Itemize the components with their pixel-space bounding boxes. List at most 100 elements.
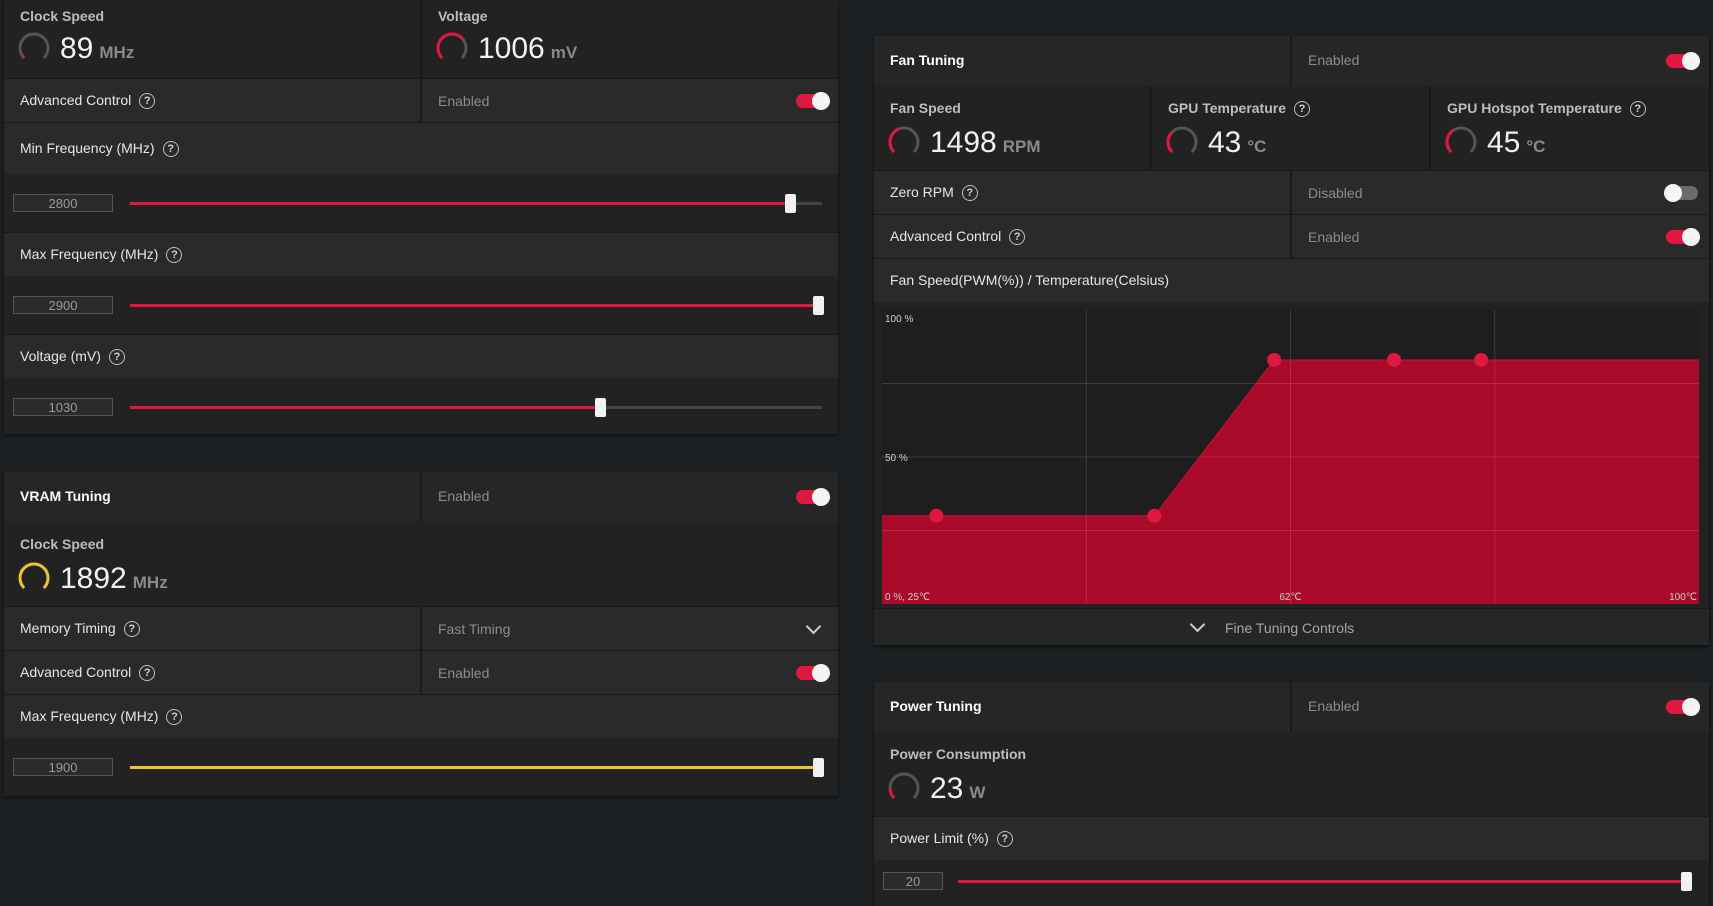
gpu-voltage-unit: mV	[550, 43, 578, 62]
vram-max-frequency-thumb[interactable]	[813, 758, 824, 777]
help-icon[interactable]: ?	[108, 349, 125, 366]
fan-speed-metric: Fan Speed 1498 RPM	[874, 86, 1150, 170]
gpu-voltage-metric: Voltage 1006 mV	[420, 0, 838, 78]
voltage-header: Voltage (mV)?	[4, 334, 838, 378]
gpu-advanced-status: Enabled	[438, 93, 490, 109]
power-toggle[interactable]	[1666, 698, 1700, 716]
help-icon[interactable]: ?	[166, 709, 183, 726]
help-icon[interactable]: ?	[961, 185, 978, 202]
memory-timing-value: Fast Timing	[438, 621, 511, 637]
gpu-advanced-control-row: Advanced Control? Enabled	[4, 78, 838, 122]
gpu-temperature-value: 43	[1208, 126, 1242, 159]
fan-header-row: Fan Tuning Enabled	[874, 36, 1709, 86]
max-frequency-fill	[130, 304, 822, 307]
x-tick-label: 100℃	[1669, 592, 1697, 603]
fan-advanced-control-row: Advanced Control? Enabled	[874, 214, 1709, 258]
memory-timing-row: Memory Timing? Fast Timing	[4, 606, 838, 650]
vram-clock-metric: Clock Speed 1892 MHz	[4, 522, 838, 606]
gpu-clock-unit: MHz	[99, 43, 135, 62]
gpu-temperature-title: GPU Temperature	[1168, 100, 1286, 116]
fan-curve-point[interactable]	[1267, 352, 1282, 367]
min-frequency-input[interactable]: 2800	[13, 194, 113, 212]
fan-curve-chart[interactable]: 100 % 50 % 0 %, 25℃ 62℃ 100℃	[874, 302, 1709, 608]
vram-max-frequency-fill	[130, 766, 822, 769]
fan-curve-title-row: Fan Speed(PWM(%)) / Temperature(Celsius)	[874, 258, 1709, 302]
vram-advanced-label: Advanced Control	[20, 664, 132, 680]
help-icon[interactable]: ?	[166, 247, 183, 264]
vram-max-frequency-input[interactable]: 1900	[13, 758, 113, 776]
vram-toggle[interactable]	[796, 488, 830, 506]
vram-advanced-toggle[interactable]	[796, 664, 830, 682]
power-status: Enabled	[1308, 698, 1360, 714]
fan-curve-point[interactable]	[1386, 352, 1401, 367]
fan-speed-value: 1498	[930, 126, 997, 159]
max-frequency-slider[interactable]	[130, 296, 824, 315]
gpu-hotspot-value: 45	[1487, 126, 1521, 159]
clock-gauge-icon	[18, 32, 50, 64]
fan-advanced-toggle[interactable]	[1666, 228, 1700, 246]
vram-status: Enabled	[438, 488, 490, 504]
min-frequency-slider[interactable]	[130, 194, 822, 213]
max-frequency-thumb[interactable]	[813, 296, 824, 315]
fine-tuning-row[interactable]: Fine Tuning Controls	[874, 608, 1709, 645]
max-frequency-header: Max Frequency (MHz)?	[4, 232, 838, 276]
help-icon[interactable]: ?	[162, 141, 179, 158]
vram-max-frequency-header: Max Frequency (MHz)?	[4, 694, 838, 738]
x-tick-label: 0 %, 25℃	[885, 592, 930, 603]
fan-curve-point[interactable]	[1474, 352, 1489, 367]
help-icon[interactable]: ?	[996, 831, 1013, 848]
y-tick-label: 50 %	[885, 453, 908, 464]
temperature-gauge-icon	[1166, 126, 1198, 158]
voltage-fill	[130, 406, 601, 409]
power-limit-slider[interactable]	[958, 872, 1692, 891]
memory-timing-dropdown[interactable]: Fast Timing	[420, 607, 838, 650]
voltage-slider-row: 1030	[4, 378, 838, 434]
help-icon[interactable]: ?	[123, 621, 140, 638]
vram-title: VRAM Tuning	[20, 488, 111, 504]
max-frequency-input[interactable]: 2900	[13, 296, 113, 314]
max-frequency-slider-row: 2900	[4, 276, 838, 334]
gpu-voltage-value: 1006	[478, 32, 545, 65]
vram-clock-gauge-icon	[18, 562, 50, 594]
zero-rpm-row: Zero RPM? Disabled	[874, 170, 1709, 214]
min-frequency-label: Min Frequency (MHz)	[20, 140, 155, 156]
vram-max-frequency-slider[interactable]	[130, 758, 824, 777]
vram-max-frequency-label: Max Frequency (MHz)	[20, 708, 159, 724]
gpu-hotspot-title: GPU Hotspot Temperature	[1447, 100, 1622, 116]
help-icon[interactable]: ?	[1294, 101, 1310, 118]
fan-speed-unit: RPM	[1002, 137, 1041, 156]
gpu-tuning-panel: Clock Speed 89 MHz Voltage 1006 mV Advan…	[4, 0, 838, 434]
y-tick-label: 100 %	[885, 314, 913, 325]
voltage-slider-label: Voltage (mV)	[20, 348, 101, 364]
power-tuning-panel: Power Tuning Enabled Power Consumption 2…	[874, 682, 1709, 906]
fan-curve-point[interactable]	[1147, 508, 1162, 523]
gpu-advanced-toggle[interactable]	[796, 92, 830, 110]
power-limit-thumb[interactable]	[1681, 872, 1692, 891]
fan-gauge-icon	[888, 126, 920, 158]
help-icon[interactable]: ?	[1629, 101, 1646, 118]
voltage-slider[interactable]	[130, 398, 822, 417]
min-frequency-thumb[interactable]	[785, 194, 796, 213]
hotspot-gauge-icon	[1445, 126, 1477, 158]
voltage-thumb[interactable]	[595, 398, 606, 417]
power-limit-slider-row: 20	[874, 860, 1709, 906]
gpu-temperature-unit: °C	[1247, 137, 1267, 156]
zero-rpm-status: Disabled	[1308, 185, 1363, 201]
fan-curve-point[interactable]	[929, 508, 944, 523]
chevron-down-icon	[805, 618, 822, 635]
power-limit-input[interactable]: 20	[883, 872, 943, 890]
help-icon[interactable]: ?	[139, 93, 156, 110]
help-icon[interactable]: ?	[139, 665, 156, 682]
gpu-hotspot-metric: GPU Hotspot Temperature? 45 °C	[1429, 86, 1709, 170]
zero-rpm-toggle[interactable]	[1664, 184, 1698, 202]
fan-title: Fan Tuning	[890, 52, 965, 68]
max-frequency-label: Max Frequency (MHz)	[20, 246, 159, 262]
vram-tuning-panel: VRAM Tuning Enabled Clock Speed 1892 MHz…	[4, 472, 838, 796]
power-consumption-unit: W	[969, 783, 986, 802]
fan-toggle[interactable]	[1666, 52, 1700, 70]
power-consumption-title: Power Consumption	[890, 746, 1027, 762]
voltage-input[interactable]: 1030	[13, 398, 113, 416]
help-icon[interactable]: ?	[1009, 229, 1026, 246]
vram-clock-title: Clock Speed	[20, 536, 105, 552]
min-frequency-slider-row: 2800	[4, 174, 838, 232]
